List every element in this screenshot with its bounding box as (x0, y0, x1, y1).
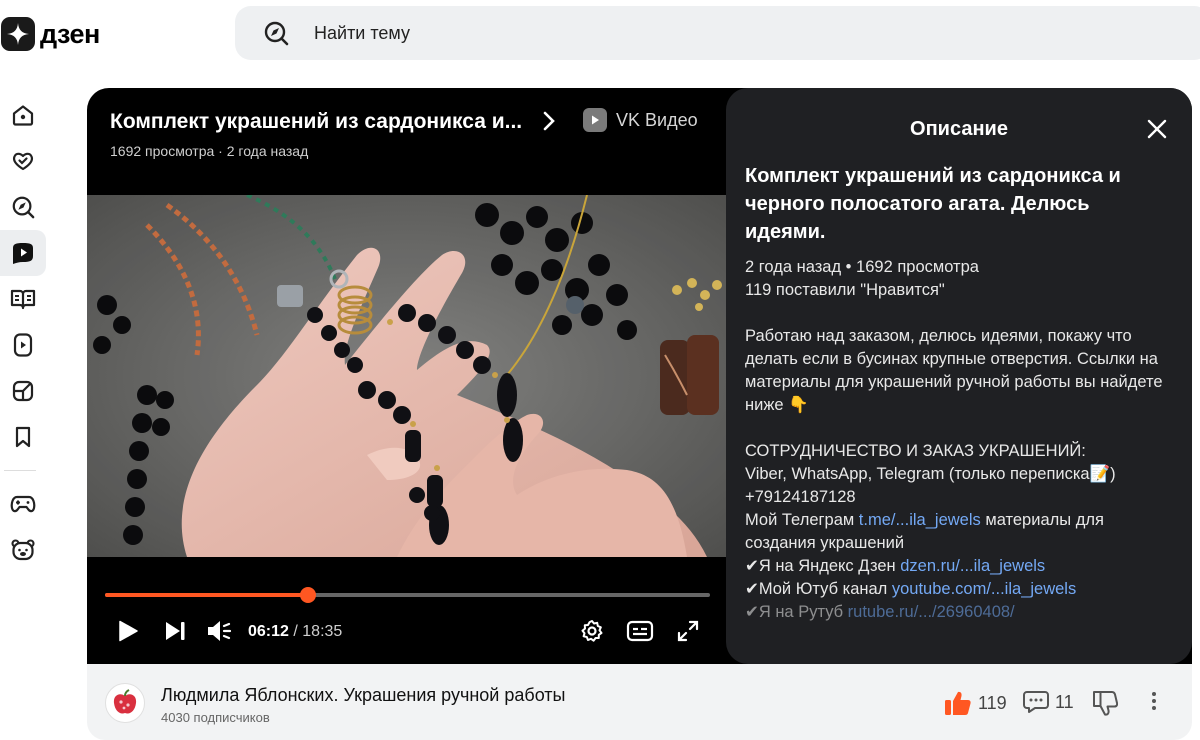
like-count: 119 (978, 692, 1007, 713)
subscriber-count: 4030 подписчиков (161, 710, 270, 725)
sidebar-divider (4, 470, 36, 471)
rutube-prefix: ✔Я на Рутуб (745, 603, 848, 621)
dzen-prefix: ✔Я на Яндекс Дзен (745, 557, 901, 575)
description-body: Комплект украшений из сардоникса и черно… (745, 162, 1175, 624)
skip-next-icon (166, 622, 185, 640)
video-icon (13, 243, 33, 264)
subtitles-icon (626, 620, 654, 642)
close-icon (1147, 119, 1167, 139)
progress-bar[interactable] (105, 587, 710, 603)
vk-video-badge[interactable]: VK Видео (583, 108, 698, 132)
sidebar-item-bookmarks[interactable] (0, 414, 46, 460)
sidebar-item-kids[interactable] (0, 527, 46, 573)
video-title[interactable]: Комплект украшений из сардоникса и... (110, 110, 522, 134)
settings-button[interactable] (579, 616, 605, 646)
logo-text: дзен (40, 18, 100, 49)
comment-icon (1023, 691, 1049, 713)
sidebar-item-games-cube[interactable] (0, 368, 46, 414)
left-sidebar (0, 92, 46, 573)
dzen-link[interactable]: dzen.ru/...ila_jewels (900, 557, 1045, 575)
progress-knob[interactable] (299, 587, 316, 603)
thumbs-down-icon (1093, 691, 1118, 716)
bookmark-icon (15, 426, 31, 448)
rutube-line: ✔Я на Рутуб rutube.ru/.../26960408/ (745, 601, 1175, 624)
channel-bar: Людмила Яблонских. Украшения ручной рабо… (87, 664, 1192, 740)
avatar[interactable] (105, 683, 145, 723)
current-time: 06:12 (248, 623, 289, 640)
gear-icon (581, 620, 603, 642)
telegram-prefix: Мой Телеграм (745, 511, 859, 529)
description-panel: Описание Комплект украшений из сардоникс… (726, 88, 1192, 664)
thumbs-up-icon (945, 691, 971, 715)
sidebar-item-shorts[interactable] (0, 322, 46, 368)
bear-icon (11, 539, 35, 561)
description-stats: 2 года назад • 1692 просмотра (745, 258, 979, 276)
cube-icon (12, 380, 34, 402)
search-bar[interactable]: Найти тему (235, 6, 1200, 60)
telegram-line: Мой Телеграм t.me/...ila_jewels материал… (745, 509, 1175, 555)
more-vertical-icon (1152, 692, 1156, 710)
channel-name[interactable]: Людмила Яблонских. Украшения ручной рабо… (161, 685, 566, 706)
more-options-button[interactable] (1150, 690, 1158, 712)
video-meta: 1692 просмотра · 2 года назад (110, 143, 309, 159)
progress-fill (105, 593, 308, 597)
description-title: Комплект украшений из сардоникса и черно… (745, 165, 1121, 243)
chevron-right-icon[interactable] (542, 110, 556, 138)
video-frame-image (87, 195, 727, 557)
like-button[interactable]: 119 (944, 690, 1007, 716)
play-icon (119, 620, 138, 642)
sidebar-item-subscriptions[interactable] (0, 138, 46, 184)
shorts-icon (13, 333, 33, 357)
vk-video-label: VK Видео (616, 109, 698, 130)
sidebar-item-articles[interactable] (0, 276, 46, 322)
apple-avatar-icon (113, 689, 137, 714)
close-button[interactable] (1144, 116, 1170, 142)
gamepad-icon (10, 495, 36, 513)
fullscreen-icon (677, 620, 699, 642)
description-likes: 119 поставили "Нравится" (745, 281, 945, 299)
volume-icon (208, 621, 232, 641)
home-icon (12, 105, 34, 126)
youtube-link[interactable]: youtube.com/...ila_jewels (892, 580, 1076, 598)
heart-check-icon (12, 152, 34, 171)
dzen-line: ✔Я на Яндекс Дзен dzen.ru/...ila_jewels (745, 555, 1175, 578)
coop-title: СОТРУДНИЧЕСТВО И ЗАКАЗ УКРАШЕНИЙ: (745, 442, 1086, 460)
description-header: Описание (910, 118, 1008, 140)
compass-search-icon (263, 20, 289, 46)
next-button[interactable] (162, 616, 188, 646)
vk-video-icon (583, 108, 607, 132)
youtube-prefix: ✔Мой Ютуб канал (745, 580, 892, 598)
sidebar-item-video[interactable] (0, 230, 46, 276)
youtube-line: ✔Мой Ютуб канал youtube.com/...ila_jewel… (745, 578, 1175, 601)
comment-count: 11 (1055, 691, 1074, 712)
play-button[interactable] (115, 616, 141, 646)
fullscreen-button[interactable] (675, 616, 701, 646)
phone: +79124187128 (745, 488, 856, 506)
sidebar-item-games[interactable] (0, 481, 46, 527)
time-display: 06:12 / 18:35 (248, 623, 342, 641)
video-frame[interactable] (87, 195, 727, 557)
comments-button[interactable]: 11 (1023, 690, 1074, 714)
sidebar-item-home[interactable] (0, 92, 46, 138)
dzen-star-icon (1, 17, 35, 51)
search-input[interactable]: Найти тему (314, 23, 410, 44)
dislike-button[interactable] (1092, 690, 1118, 716)
dzen-logo[interactable]: дзен (0, 14, 100, 54)
telegram-link[interactable]: t.me/...ila_jewels (859, 511, 981, 529)
description-paragraph: Работаю над заказом, делюсь идеями, пока… (745, 327, 1163, 414)
sidebar-item-explore[interactable] (0, 184, 46, 230)
subtitles-button[interactable] (625, 616, 655, 646)
coop-line: Viber, WhatsApp, Telegram (только перепи… (745, 465, 1116, 483)
rutube-link[interactable]: rutube.ru/.../26960408/ (848, 603, 1015, 621)
book-icon (10, 289, 36, 310)
volume-button[interactable] (205, 616, 237, 646)
compass-icon (12, 196, 35, 219)
total-time: / 18:35 (293, 623, 343, 640)
